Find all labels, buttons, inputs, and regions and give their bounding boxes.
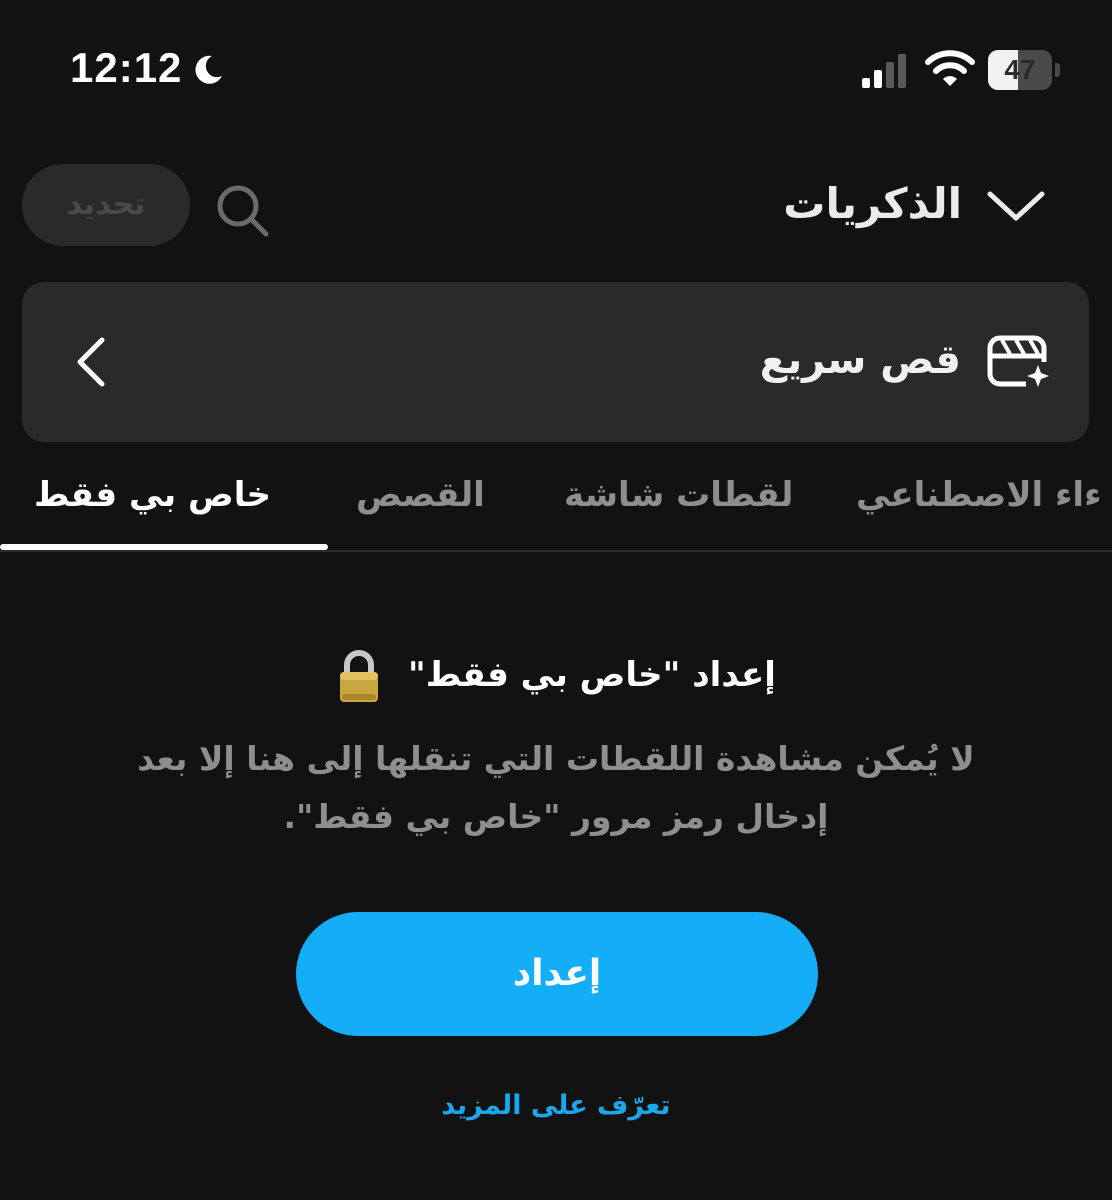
quick-cut-card[interactable]: قص سريع [22, 282, 1089, 442]
signal-icon [862, 54, 906, 88]
select-button[interactable]: تحديد [22, 164, 190, 246]
chevron-left-icon [77, 337, 105, 387]
tab-stories[interactable]: القصص [356, 470, 485, 520]
search-icon[interactable] [210, 178, 274, 242]
status-bar: 12:12 47 [0, 0, 1112, 140]
battery-level: 47 [1004, 54, 1036, 85]
tab-screenshots[interactable]: لقطات شاشة [564, 470, 793, 520]
status-time: 12:12 [70, 44, 183, 91]
tab-bar: خاص بي فقط القصص لقطات شاشة ءاء الاصطناع… [0, 462, 1112, 552]
page-title[interactable]: الذكريات [783, 172, 962, 236]
quick-cut-label: قص سريع [759, 337, 961, 383]
chevron-down-icon[interactable] [984, 184, 1048, 228]
moon-icon [195, 55, 222, 84]
setup-description-line-1: لا يُمكن مشاهدة اللقطات التي تنقلها إلى … [137, 739, 975, 778]
header: تحديد الذكريات [0, 150, 1112, 270]
wifi-icon [925, 50, 975, 86]
lock-icon [340, 649, 379, 702]
setup-title: إعداد "خاص بي فقط" [0, 640, 1112, 710]
battery-icon: 47 [988, 50, 1062, 90]
setup-description-line-2: إدخال رمز مرور "خاص بي فقط". [283, 797, 829, 836]
active-tab-indicator [0, 544, 328, 550]
memories-screen: 12:12 47 تحديد الذكريات قص سريع خاص بي ف… [0, 0, 1112, 1200]
tab-my-eyes-only[interactable]: خاص بي فقط [34, 470, 271, 520]
setup-button[interactable]: إعداد [296, 912, 818, 1036]
learn-more-link[interactable]: تعرّف على المزيد [0, 1080, 1112, 1132]
setup-title-text: إعداد "خاص بي فقط" [407, 655, 776, 695]
setup-description: لا يُمكن مشاهدة اللقطات التي تنقلها إلى … [100, 730, 1012, 846]
tab-ai[interactable]: ءاء الاصطناعي [856, 470, 1101, 520]
quick-cut-icon [987, 335, 1052, 390]
